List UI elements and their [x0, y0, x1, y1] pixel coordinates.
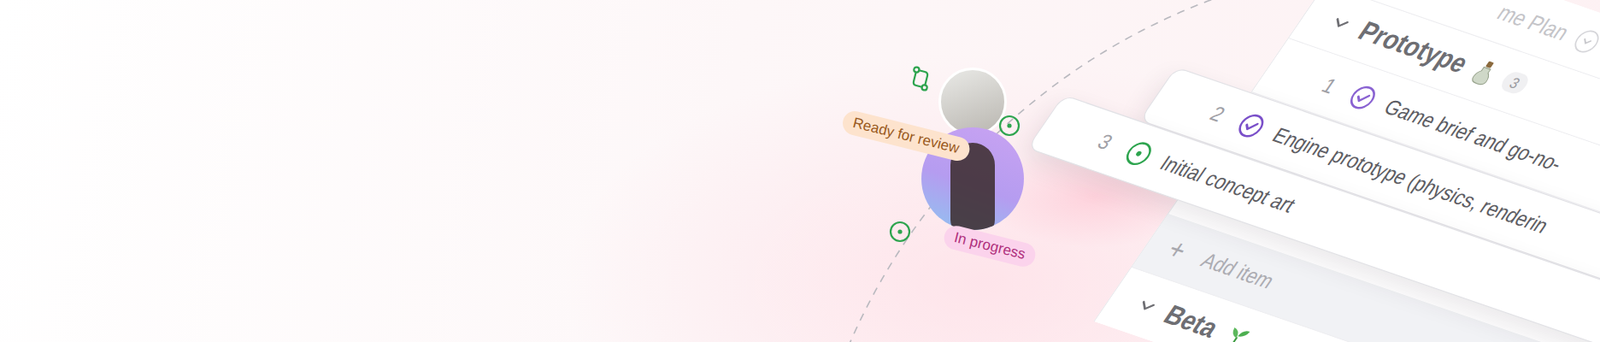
- reviewer-avatar: [938, 67, 1007, 136]
- roadmap-panel: me PlanPrototype31Game brief and go-no-2…: [1094, 0, 1600, 342]
- check-circle-icon: [1344, 82, 1383, 113]
- sprout-icon: [1219, 323, 1254, 342]
- potion-icon: [1468, 58, 1501, 88]
- check-circle-icon: [1232, 110, 1271, 142]
- merge-icon: [907, 65, 934, 92]
- item-number: 1: [1311, 71, 1347, 100]
- add-item-label: Add item: [1196, 247, 1280, 294]
- status-dot-icon: [997, 113, 1022, 138]
- group-title: Beta: [1158, 299, 1226, 342]
- status-dot-icon: [888, 219, 912, 244]
- dropdown-icon: [1568, 25, 1600, 57]
- plan-title: me Plan: [1492, 0, 1575, 46]
- plus-icon: +: [1160, 233, 1195, 267]
- item-count: 3: [1497, 69, 1532, 96]
- open-circle-icon: [1120, 138, 1159, 170]
- chevron-icon: [1324, 10, 1357, 36]
- item-number: 2: [1200, 100, 1235, 129]
- item-number: 3: [1088, 128, 1123, 157]
- chevron-icon: [1130, 293, 1163, 319]
